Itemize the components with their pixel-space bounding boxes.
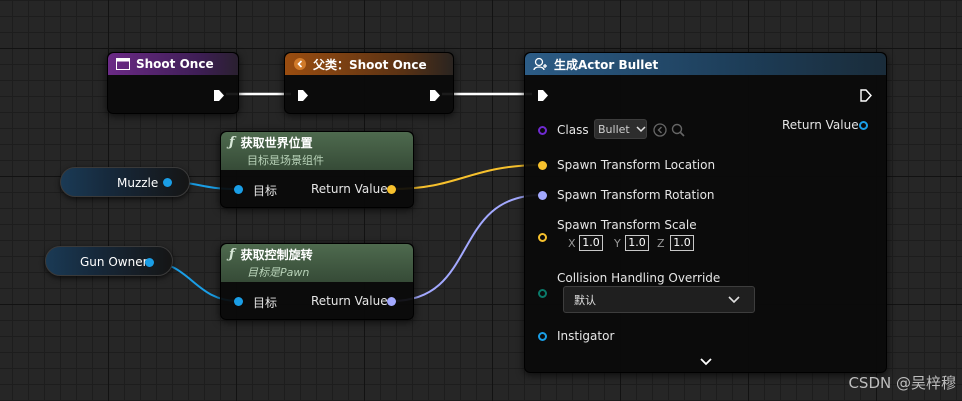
collision-dropdown[interactable]: 默认	[563, 286, 755, 313]
get-world-location-header[interactable]: ƒ 获取世界位置 目标是场景组件	[221, 132, 413, 170]
shoot-once-title: Shoot Once	[136, 57, 214, 71]
parent-shoot-once-title: 父类：Shoot Once	[313, 57, 427, 72]
get-control-rotation-title: 获取控制旋转	[240, 248, 313, 262]
parent-call-icon	[294, 58, 306, 70]
muzzle-output-pin[interactable]	[163, 178, 172, 187]
control-rotation-target-label: 目标	[253, 296, 278, 310]
rotation-wire	[391, 194, 543, 302]
chevron-down-icon	[636, 126, 646, 133]
spawn-scale-label: Spawn Transform Scale	[557, 218, 697, 232]
function-icon: ƒ	[229, 247, 235, 262]
get-control-rotation-node[interactable]: ƒ 获取控制旋转 目标是Pawn 目标 Return Value	[220, 243, 414, 320]
function-icon: ƒ	[229, 135, 235, 150]
spawn-return-label: Return Value	[782, 118, 859, 132]
control-rotation-return-label: Return Value	[311, 294, 388, 308]
muzzle-variable-node[interactable]: Muzzle	[60, 167, 190, 197]
gun-owner-output-pin[interactable]	[145, 258, 154, 267]
spawn-actor-icon	[533, 57, 547, 70]
get-world-location-subtitle: 目标是场景组件	[247, 154, 324, 167]
scale-y-input[interactable]: 1.0	[625, 235, 649, 251]
chevron-down-icon	[728, 296, 740, 304]
spawn-scale-pin[interactable]	[538, 233, 547, 242]
spawn-actor-node[interactable]: 生成Actor Bullet Class Bullet Return Value…	[524, 52, 887, 373]
scale-x-axis-label: X	[568, 237, 576, 250]
collision-label: Collision Handling Override	[557, 271, 721, 285]
parent-exec-out[interactable]	[429, 89, 440, 101]
collision-pin[interactable]	[538, 289, 547, 298]
spawn-actor-header[interactable]: 生成Actor Bullet	[525, 53, 886, 75]
spawn-exec-in[interactable]	[537, 89, 548, 101]
class-dropdown[interactable]: Bullet	[594, 119, 647, 139]
location-wire	[391, 164, 543, 190]
gun-owner-label: Gun Owner	[80, 255, 148, 269]
spawn-location-pin[interactable]	[538, 161, 547, 170]
get-control-rotation-subtitle: 目标是Pawn	[247, 266, 310, 279]
instigator-pin[interactable]	[538, 332, 547, 341]
parent-shoot-once-node[interactable]: 父类：Shoot Once	[284, 52, 454, 114]
shoot-once-exec-out[interactable]	[213, 89, 224, 101]
scale-x-input[interactable]: 1.0	[579, 235, 603, 251]
spawn-actor-title: 生成Actor Bullet	[554, 57, 659, 72]
world-location-target-label: 目标	[253, 184, 278, 198]
expand-advanced-chevron-icon[interactable]	[700, 357, 712, 367]
muzzle-label: Muzzle	[117, 176, 159, 190]
class-pin[interactable]	[538, 126, 547, 135]
spawn-rotation-pin[interactable]	[538, 191, 547, 200]
browse-asset-search-icon[interactable]	[671, 123, 685, 137]
shoot-once-header[interactable]: Shoot Once	[108, 53, 238, 75]
spawn-return-pin[interactable]	[859, 121, 868, 130]
class-dropdown-value: Bullet	[598, 122, 630, 136]
watermark: CSDN @吴梓穆	[848, 374, 956, 392]
spawn-exec-out[interactable]	[860, 89, 872, 102]
use-selected-asset-icon[interactable]	[653, 123, 667, 137]
event-box-icon	[116, 58, 130, 70]
spawn-rotation-label: Spawn Transform Rotation	[557, 188, 715, 202]
get-world-location-node[interactable]: ƒ 获取世界位置 目标是场景组件 目标 Return Value	[220, 131, 414, 208]
parent-exec-in[interactable]	[297, 89, 308, 101]
world-location-return-label: Return Value	[311, 182, 388, 196]
scale-y-axis-label: Y	[614, 237, 621, 250]
gun-owner-variable-node[interactable]: Gun Owner	[45, 246, 173, 276]
scale-z-axis-label: Z	[657, 237, 665, 250]
get-control-rotation-header[interactable]: ƒ 获取控制旋转 目标是Pawn	[221, 244, 413, 282]
spawn-location-label: Spawn Transform Location	[557, 158, 716, 172]
shoot-once-node[interactable]: Shoot Once	[107, 52, 239, 114]
world-location-return-pin[interactable]	[387, 185, 396, 194]
world-location-target-pin[interactable]	[234, 185, 243, 194]
instigator-label: Instigator	[557, 329, 615, 343]
parent-shoot-once-header[interactable]: 父类：Shoot Once	[285, 53, 453, 75]
get-world-location-title: 获取世界位置	[240, 136, 313, 150]
scale-z-input[interactable]: 1.0	[670, 235, 694, 251]
control-rotation-return-pin[interactable]	[387, 297, 396, 306]
collision-dropdown-value: 默认	[574, 293, 596, 307]
control-rotation-target-pin[interactable]	[234, 297, 243, 306]
class-label: Class	[557, 123, 589, 137]
